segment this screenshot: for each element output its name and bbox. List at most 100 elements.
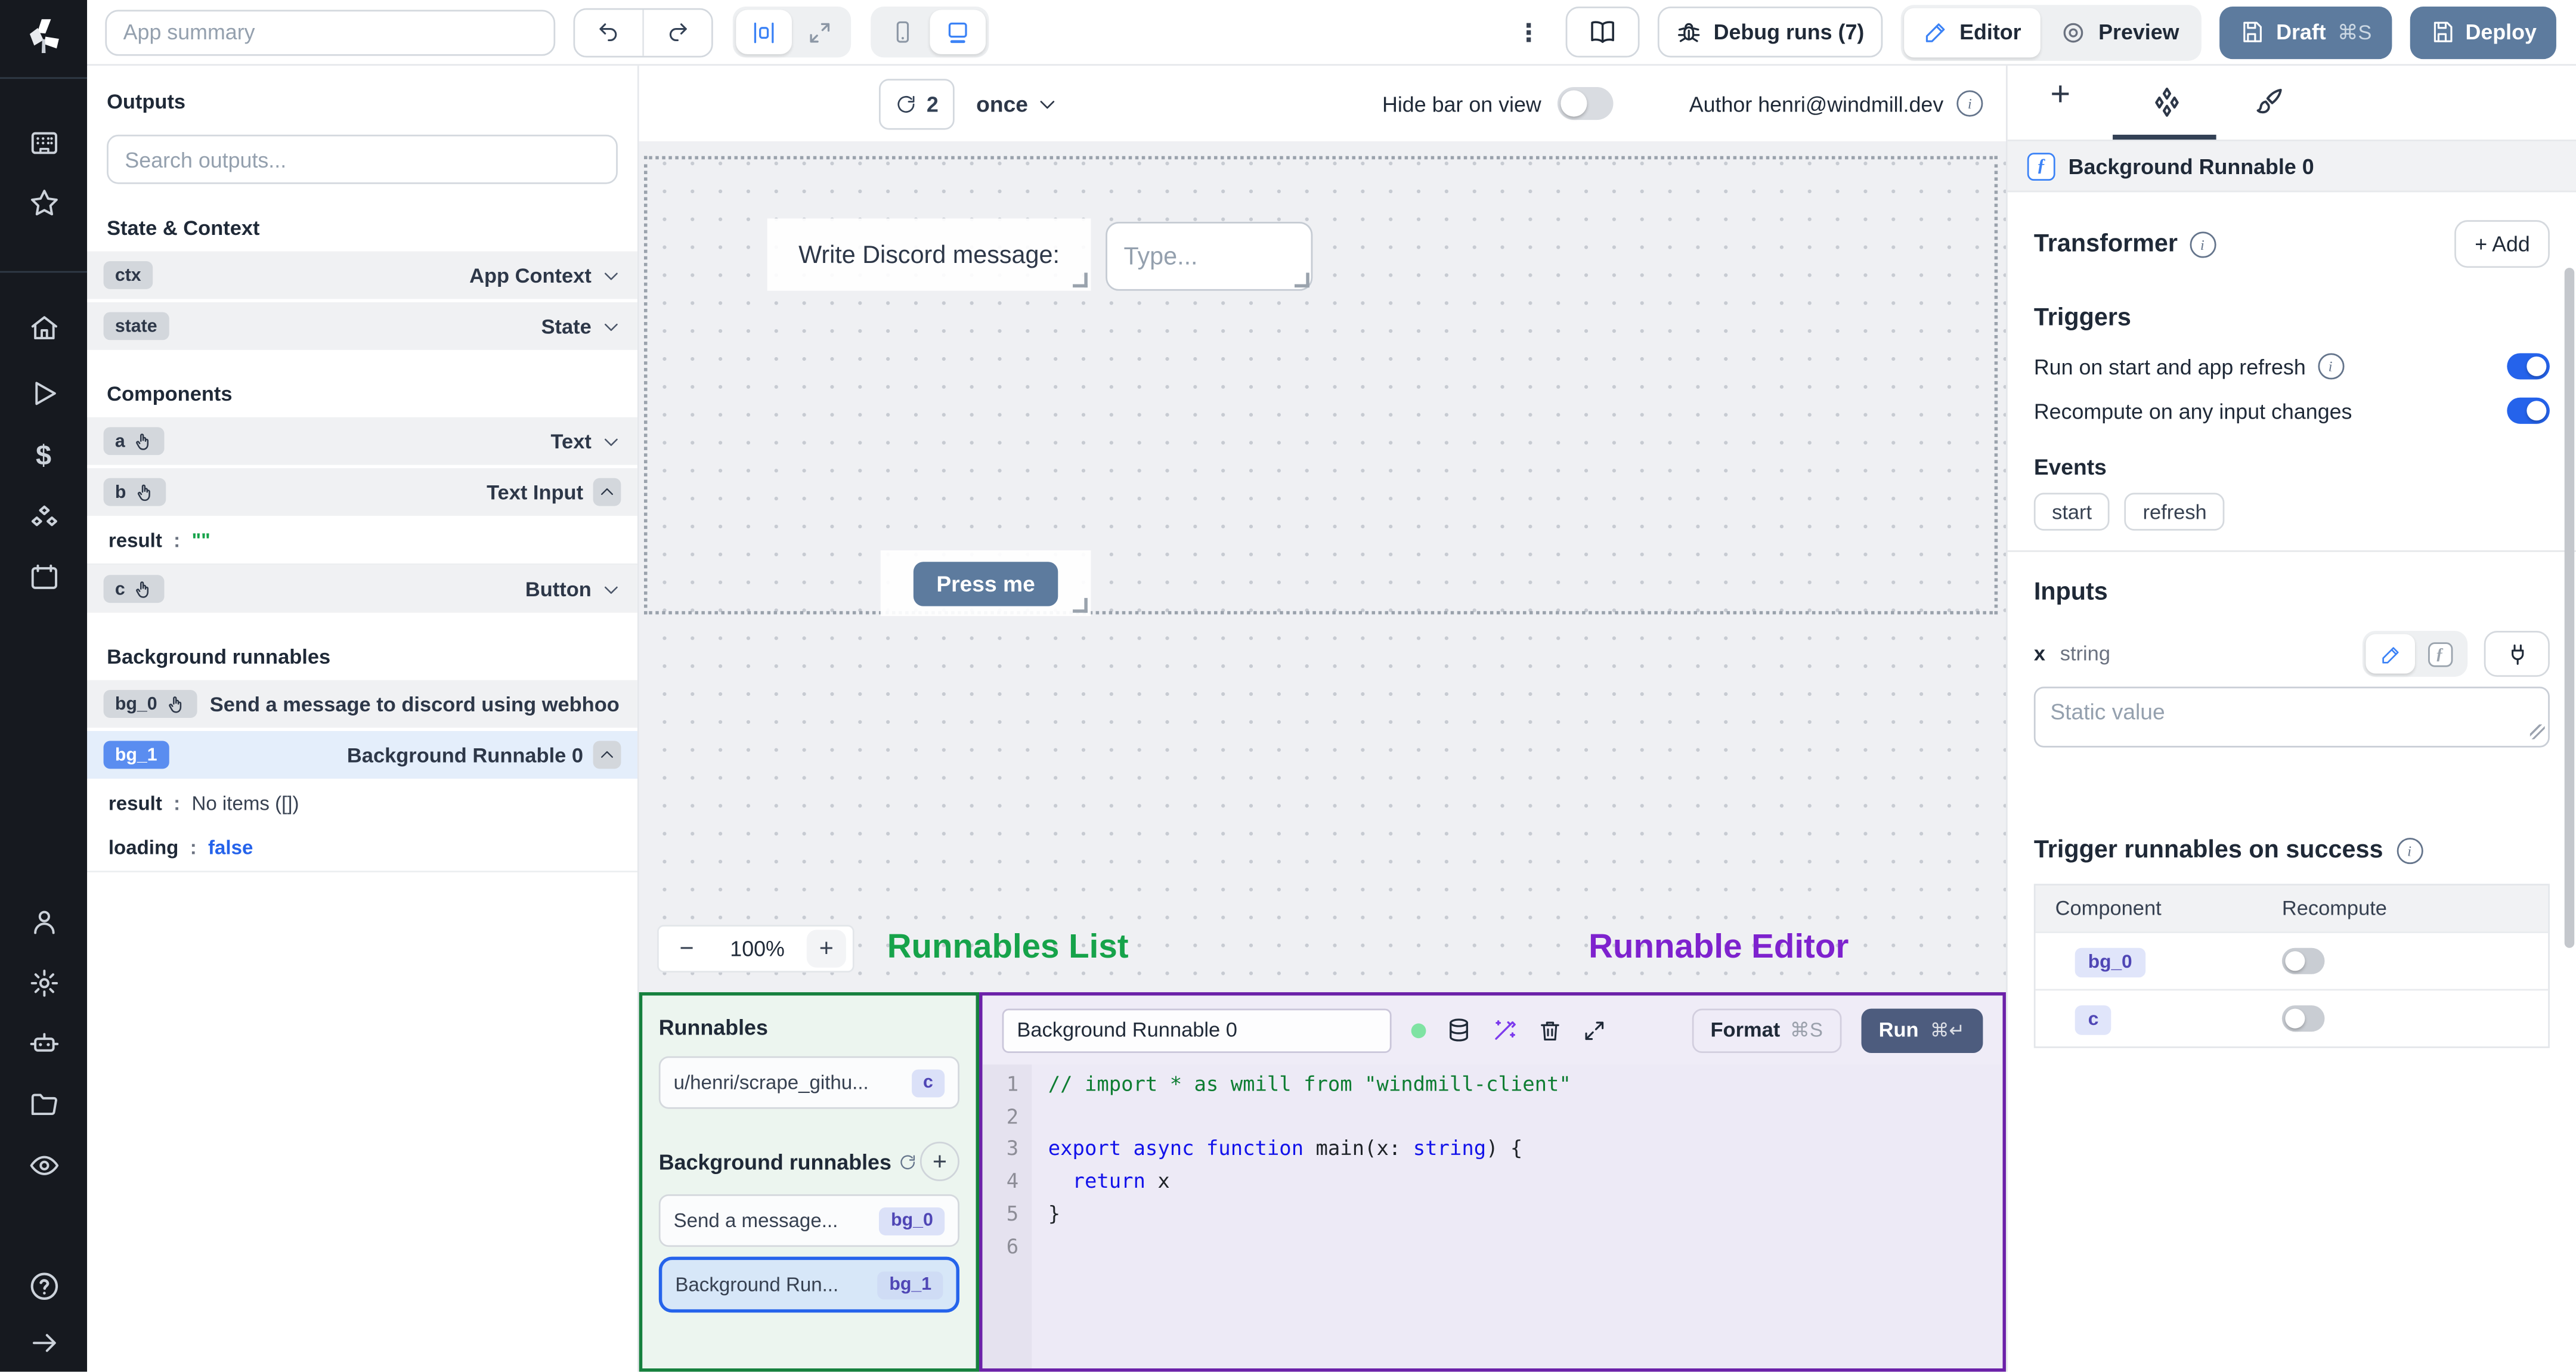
app-summary-input[interactable] [105, 9, 556, 55]
function-icon: ƒ [2027, 151, 2055, 180]
folders-icon[interactable] [28, 1089, 59, 1120]
event-refresh-pill[interactable]: refresh [2125, 493, 2225, 531]
zoom-out-button[interactable]: − [665, 935, 708, 963]
star-icon[interactable] [28, 187, 59, 218]
button-component[interactable]: Press me [880, 550, 1091, 617]
bg1-label: Background Runnable 0 [346, 743, 584, 767]
search-outputs-input[interactable] [107, 134, 618, 184]
textinput-component[interactable] [1106, 221, 1313, 291]
draft-label: Draft [2276, 20, 2326, 45]
schedules-icon[interactable] [28, 562, 59, 593]
state-context-heading: State & Context [107, 216, 260, 240]
runnable-name-input[interactable] [1002, 1008, 1392, 1052]
output-row-bg0[interactable]: bg_0 Send a message to discord using web… [87, 680, 637, 728]
apps-icon[interactable] [28, 128, 59, 159]
tab-insert-component[interactable]: + [2050, 76, 2070, 115]
runnable-item-bg0[interactable]: Send a message... bg_0 [658, 1194, 959, 1247]
bg0-recompute-toggle[interactable] [2281, 947, 2325, 974]
chevron-up-icon[interactable] [593, 741, 621, 769]
collapse-arrow-icon[interactable] [28, 1327, 59, 1358]
discord-message-input[interactable] [1106, 221, 1313, 291]
more-options-kebab[interactable]: ⋮ [1510, 17, 1547, 47]
zoom-in-button[interactable]: + [806, 930, 846, 968]
static-value-textarea[interactable] [2033, 686, 2550, 748]
eval-mode-function-button[interactable]: ƒ [2415, 634, 2464, 673]
tab-theme-brush[interactable] [2254, 85, 2285, 116]
text-component[interactable]: Write Discord message: [767, 218, 1091, 291]
runnable-item-bg1-selected[interactable]: Background Run... bg_1 [658, 1256, 959, 1313]
chevron-down-icon[interactable] [601, 265, 621, 285]
draft-button[interactable]: Draft ⌘S [2220, 5, 2392, 58]
output-row-c[interactable]: c Button [87, 565, 637, 613]
output-row-state[interactable]: state State [87, 302, 637, 350]
ai-wand-icon[interactable] [1492, 1017, 1518, 1043]
chevron-up-icon[interactable] [593, 478, 621, 506]
home-icon[interactable] [28, 312, 59, 343]
refresh-count-button[interactable]: 2 [878, 78, 955, 129]
refresh-interval-dropdown[interactable]: once [976, 91, 1057, 116]
runnable-header-title: Background Runnable 0 [2068, 153, 2314, 178]
info-icon[interactable]: i [2189, 231, 2216, 258]
canvas-surface[interactable]: Write Discord message: Press me − 100% +… [639, 141, 2006, 993]
tab-preview[interactable]: Preview [2041, 7, 2199, 57]
delete-trash-icon[interactable] [1538, 1018, 1562, 1042]
chevron-down-icon[interactable] [601, 431, 621, 451]
info-icon[interactable]: i [2396, 837, 2423, 863]
windmill-logo[interactable] [22, 13, 65, 67]
docs-book-button[interactable] [1565, 7, 1640, 58]
c-badge: c [103, 575, 165, 603]
add-transformer-button[interactable]: + Add [2455, 220, 2550, 268]
cache-database-icon[interactable] [1445, 1017, 1472, 1043]
event-start-pill[interactable]: start [2033, 493, 2110, 531]
c-recompute-toggle[interactable] [2281, 1005, 2325, 1032]
connect-plug-button[interactable] [2484, 630, 2550, 677]
settings-gear-icon[interactable] [28, 968, 59, 999]
undo-button[interactable] [575, 9, 643, 55]
user-icon[interactable] [28, 907, 59, 938]
refresh-mini-icon [898, 1153, 916, 1170]
hide-bar-toggle[interactable] [1558, 87, 1614, 120]
output-row-a[interactable]: a Text [87, 417, 637, 465]
expand-editor-icon[interactable] [1582, 1018, 1606, 1042]
recompute-toggle[interactable] [2507, 397, 2550, 424]
redo-button[interactable] [642, 9, 711, 55]
resources-icon[interactable] [27, 503, 60, 535]
run-on-start-toggle[interactable] [2507, 353, 2550, 380]
deploy-button[interactable]: Deploy [2409, 5, 2556, 58]
tab-editor[interactable]: Editor [1903, 7, 2041, 57]
resize-handle[interactable] [1295, 272, 1309, 288]
outputs-sidebar: Outputs State & Context ctx App Context … [87, 66, 639, 1372]
audit-eye-icon[interactable] [27, 1150, 60, 1181]
output-row-ctx[interactable]: ctx App Context [87, 251, 637, 299]
variables-icon[interactable]: $ [36, 440, 51, 473]
expand-canvas-button[interactable] [792, 10, 848, 54]
help-icon[interactable] [27, 1270, 60, 1303]
scrollbar-thumb[interactable] [2564, 268, 2575, 948]
mobile-view-button[interactable] [874, 10, 930, 54]
code-editor[interactable]: 123456 // import * as wmill from "windmi… [982, 1064, 2003, 1368]
zoom-level: 100% [730, 936, 785, 961]
add-background-runnable-button[interactable]: + [919, 1141, 959, 1181]
output-row-b[interactable]: b Text Input [87, 468, 637, 516]
tab-component-settings[interactable] [2150, 85, 2183, 118]
format-button[interactable]: Format ⌘S [1692, 1008, 1841, 1052]
code-content[interactable]: // import * as wmill from "windmill-clie… [1032, 1064, 2002, 1368]
info-icon[interactable]: i [1956, 90, 1983, 117]
desktop-view-button[interactable] [930, 10, 986, 54]
run-button[interactable]: Run ⌘↵ [1860, 1008, 1983, 1052]
chevron-down-icon[interactable] [601, 316, 621, 336]
runnable-item-scrape-github[interactable]: u/henri/scrape_githu... c [658, 1056, 959, 1109]
resize-handle[interactable] [1073, 597, 1088, 613]
center-align-button[interactable] [736, 10, 792, 54]
static-mode-pencil-button[interactable] [2366, 634, 2415, 674]
info-icon[interactable]: i [2317, 353, 2344, 380]
runs-icon[interactable] [28, 378, 59, 409]
resize-handle[interactable] [1073, 272, 1088, 288]
press-me-button[interactable]: Press me [913, 560, 1058, 606]
draft-shortcut: ⌘S [2337, 21, 2372, 45]
debug-runs-button[interactable]: Debug runs (7) [1657, 7, 1883, 58]
recompute-row: Recompute on any input changes [2034, 397, 2550, 424]
chevron-down-icon[interactable] [601, 579, 621, 599]
workers-robot-icon[interactable] [27, 1029, 60, 1060]
output-row-bg1[interactable]: bg_1 Background Runnable 0 [87, 731, 637, 779]
